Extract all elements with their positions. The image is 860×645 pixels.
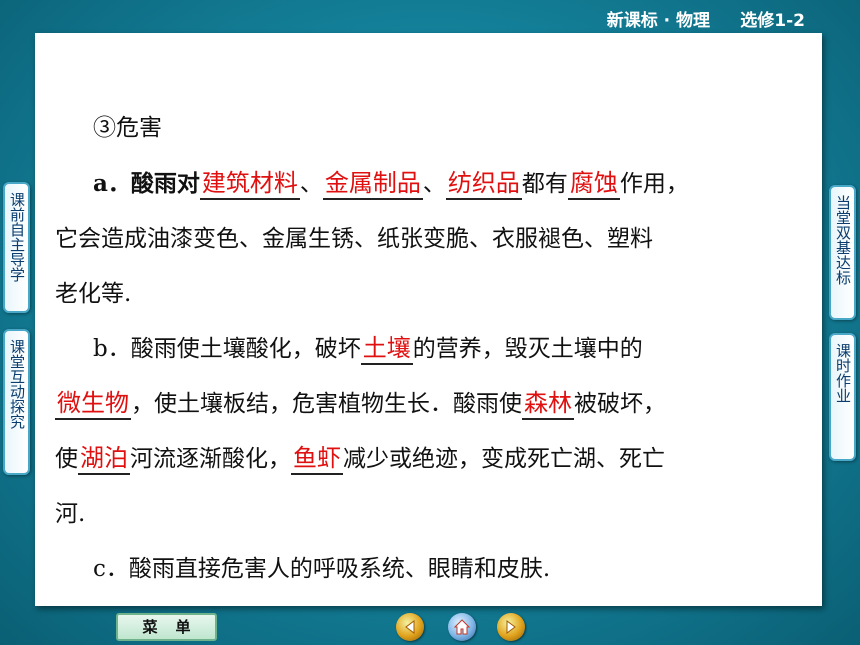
paragraph-c: c．酸雨直接危害人的呼吸系统、眼睛和皮肤. (93, 556, 551, 582)
answer-blank: 腐蚀 (567, 168, 620, 200)
text: 、 (422, 171, 446, 197)
answer-blank: 金属制品 (322, 168, 423, 200)
sidebar-item-label: 当堂双基达标 (834, 195, 852, 285)
paragraph-b-line3: 使湖泊河流逐渐酸化，鱼虾减少或绝迹，变成死亡湖、死亡 (55, 432, 805, 487)
answer-blank: 森林 (522, 388, 574, 420)
next-page-button[interactable] (497, 613, 525, 641)
home-button[interactable] (448, 613, 476, 641)
sidebar-item-label: 课堂互动探究 (8, 339, 26, 429)
answer-blank: 建筑材料 (199, 168, 300, 200)
section-heading: ③危害 (93, 115, 162, 141)
sidebar-item-homework[interactable]: 课时作业 (829, 333, 856, 461)
paragraph-a-line3: 老化等. (55, 281, 132, 307)
sidebar-item-pre-class-study[interactable]: 课前自主导学 (3, 182, 30, 313)
paragraph-b-line2: 微生物，使土壤板结，危害植物生长．酸雨使森林被破坏， (55, 377, 805, 432)
sidebar-item-label: 课时作业 (834, 343, 852, 403)
paragraph-a-line2: 它会造成油漆变色、金属生锈、纸张变脆、衣服褪色、塑料 (55, 226, 653, 252)
sidebar-item-classroom-interaction[interactable]: 课堂互动探究 (3, 329, 30, 475)
answer-blank: 湖泊 (78, 443, 130, 475)
text: b．酸雨使土壤酸化，破坏 (93, 336, 361, 362)
answer-blank: 鱼虾 (291, 443, 343, 475)
header-bar: 新课标 · 物理 选修1-2 (0, 0, 860, 32)
answer-blank: 土壤 (360, 333, 413, 365)
paragraph-b-line1: b．酸雨使土壤酸化，破坏土壤的营养，毁灭土壤中的 (55, 322, 805, 377)
next-arrow-icon (506, 620, 516, 634)
sidebar-item-label: 课前自主导学 (8, 192, 26, 282)
course-title: 新课标 · 物理 (606, 11, 710, 31)
text: a．酸雨对 (93, 170, 200, 197)
content-panel: ③危害 a．酸雨对建筑材料、金属制品、纺织品都有腐蚀作用， 它会造成油漆变色、金… (35, 33, 822, 606)
text: 作用， (619, 171, 689, 197)
paragraph-a-line1: a．酸雨对建筑材料、金属制品、纺织品都有腐蚀作用， (55, 156, 805, 212)
prev-page-button[interactable] (396, 613, 424, 641)
volume-title: 选修1-2 (740, 11, 805, 31)
text: 被破坏， (574, 391, 666, 417)
text: 河流逐渐酸化， (130, 446, 291, 472)
menu-button[interactable]: 菜单 (116, 613, 217, 641)
sidebar-item-in-class-test[interactable]: 当堂双基达标 (829, 185, 856, 320)
content-body: ③危害 a．酸雨对建筑材料、金属制品、纺织品都有腐蚀作用， 它会造成油漆变色、金… (55, 101, 805, 597)
text: 的营养，毁灭土壤中的 (412, 336, 643, 362)
text: ，使土壤板结，危害植物生长．酸雨使 (131, 391, 522, 417)
text: 都有 (521, 171, 568, 197)
answer-blank: 纺织品 (445, 168, 522, 200)
text: 使 (55, 446, 78, 472)
answer-blank: 微生物 (55, 388, 131, 420)
prev-arrow-icon (405, 620, 415, 634)
paragraph-b-line4: 河. (55, 501, 86, 527)
text: 、 (299, 171, 323, 197)
home-icon (453, 619, 471, 635)
text: 减少或绝迹，变成死亡湖、死亡 (343, 446, 665, 472)
